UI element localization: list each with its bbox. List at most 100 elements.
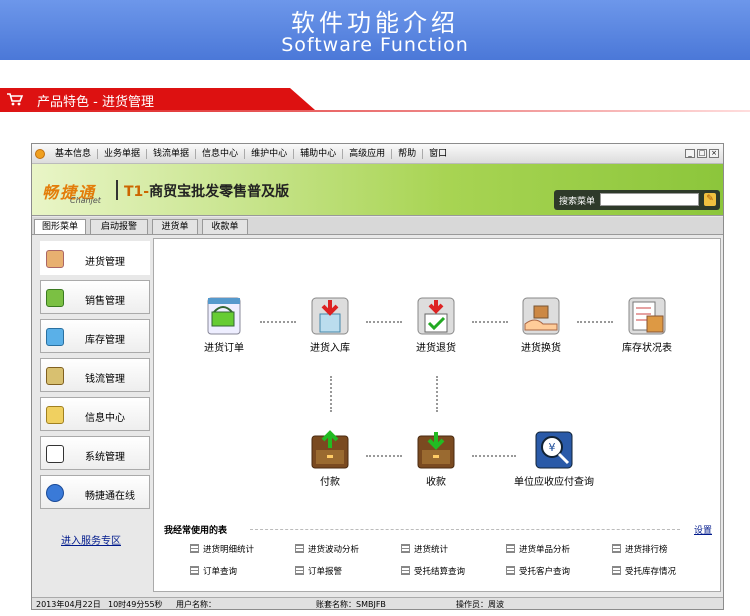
menu-item-info-center[interactable]: 信息中心 (196, 149, 246, 159)
menu-item-advanced[interactable]: 高级应用 (343, 149, 393, 159)
freq-item[interactable]: 进货排行榜 (612, 543, 668, 555)
freq-item-label: 进货波动分析 (308, 545, 360, 555)
sidebar-item-label: 系统管理 (85, 452, 125, 463)
status-operator: 操作员：周波 (456, 600, 504, 609)
flow-label: 进货入库 (310, 343, 350, 354)
sidebar-item-info-center[interactable]: 信息中心 (40, 397, 150, 431)
brand-separator (116, 180, 118, 200)
freq-item-label: 受托结算查询 (414, 567, 466, 577)
section-underline (0, 110, 750, 112)
settings-link[interactable]: 设置 (694, 523, 712, 536)
receipt-drawer-icon (416, 430, 456, 470)
freq-item[interactable]: 订单查询 (190, 565, 237, 577)
menu-item-cash-docs[interactable]: 钱流单据 (147, 149, 197, 159)
freq-item[interactable]: 受托结算查询 (401, 565, 465, 577)
payment-drawer-icon (310, 430, 350, 470)
inventory-icon (46, 328, 64, 346)
menu-item-assist[interactable]: 辅助中心 (294, 149, 344, 159)
menu-items: 基本信息 业务单据 钱流单据 信息中心 维护中心 辅助中心 高级应用 帮助 窗口 (49, 149, 453, 159)
restore-button[interactable]: □ (697, 149, 707, 158)
return-check-icon (416, 296, 456, 336)
sidebar-item-system[interactable]: 系统管理 (40, 436, 150, 470)
close-button[interactable]: × (709, 149, 719, 158)
menu-item-help[interactable]: 帮助 (392, 149, 424, 159)
sidebar-item-purchase[interactable]: 进货管理 (40, 241, 150, 275)
menu-bar: 基本信息 业务单据 钱流单据 信息中心 维护中心 辅助中心 高级应用 帮助 窗口… (32, 144, 723, 164)
connector (330, 376, 332, 412)
tab-graphic-menu[interactable]: 图形菜单 (34, 219, 86, 234)
flow-purchase-return[interactable]: 进货退货 (396, 296, 476, 354)
menu-item-business-docs[interactable]: 业务单据 (98, 149, 148, 159)
report-icon (506, 544, 515, 553)
freq-item[interactable]: 进货单品分析 (506, 543, 570, 555)
status-time: 10时49分55秒 (108, 600, 163, 609)
flow-label: 单位应收应付查询 (514, 477, 594, 488)
sidebar: 进货管理 销售管理 库存管理 钱流管理 信息中心 系统管理 畅捷通在线 进入服务… (37, 238, 151, 592)
tab-bar: 图形菜单 启动报警 进货单 收款单 (32, 217, 723, 235)
flow-receipt[interactable]: 收款 (396, 430, 476, 488)
sidebar-item-label: 库存管理 (85, 335, 125, 346)
flow-label: 进货退货 (416, 343, 456, 354)
freq-item[interactable]: 订单报警 (295, 565, 342, 577)
service-zone-link[interactable]: 进入服务专区 (61, 532, 121, 547)
tab-purchase-order[interactable]: 进货单 (152, 219, 198, 234)
flow-purchase-order[interactable]: 进货订单 (184, 296, 264, 354)
sidebar-item-sales[interactable]: 销售管理 (40, 280, 150, 314)
menu-item-maintenance[interactable]: 维护中心 (245, 149, 295, 159)
menu-item-window[interactable]: 窗口 (423, 149, 453, 159)
sidebar-item-inventory[interactable]: 库存管理 (40, 319, 150, 353)
menu-item-basic-info[interactable]: 基本信息 (49, 149, 99, 159)
flow-purchase-inbound[interactable]: 进货入库 (290, 296, 370, 354)
search-input[interactable] (600, 193, 699, 206)
banner-title-en: Software Function (281, 34, 469, 56)
status-bar: 2013年04月22日 10时49分55秒 用户名称： 账套名称：SMBJFB … (32, 597, 723, 609)
report-icon (612, 544, 621, 553)
connector (436, 376, 438, 412)
freq-item-label: 订单查询 (203, 567, 238, 577)
flow-inventory-status[interactable]: 库存状况表 (607, 296, 687, 354)
shopping-cart-icon (7, 93, 24, 106)
section-header: 产品特色 - 进货管理 (0, 88, 750, 112)
inventory-report-icon (627, 296, 667, 336)
freq-item-label: 受托客户查询 (519, 567, 571, 577)
app-window: 基本信息 业务单据 钱流单据 信息中心 维护中心 辅助中心 高级应用 帮助 窗口… (31, 143, 724, 610)
freq-item[interactable]: 进货统计 (401, 543, 448, 555)
tab-startup-alarm[interactable]: 启动报警 (90, 219, 148, 234)
sidebar-item-cashflow[interactable]: 钱流管理 (40, 358, 150, 392)
flow-purchase-exchange[interactable]: 进货换货 (501, 296, 581, 354)
brand-sub: Chanjet (70, 196, 101, 205)
purchase-icon (46, 250, 64, 268)
freq-item[interactable]: 进货波动分析 (295, 543, 359, 555)
report-icon (612, 566, 621, 575)
sidebar-item-label: 钱流管理 (85, 374, 125, 385)
freq-item-label: 进货明细统计 (203, 545, 255, 555)
report-icon (190, 544, 199, 553)
search-label: 搜索菜单 (559, 197, 596, 207)
freq-item[interactable]: 进货明细统计 (190, 543, 254, 555)
freq-item-label: 受托库存情况 (625, 567, 677, 577)
freq-item[interactable]: 受托库存情况 (612, 565, 676, 577)
sidebar-item-label: 畅捷通在线 (85, 491, 135, 502)
yuan-magnifier-icon: ¥ (534, 430, 574, 470)
flow-payment[interactable]: 付款 (290, 430, 370, 488)
flow-ar-ap-query[interactable]: ¥ 单位应收应付查询 (494, 430, 614, 488)
brand-header: 畅捷通 Chanjet T1-商贸宝批发零售普及版 搜索菜单 ✎ (32, 164, 723, 216)
product-code: T1- (124, 184, 150, 200)
sidebar-item-online[interactable]: 畅捷通在线 (40, 475, 150, 509)
report-icon (401, 566, 410, 575)
freq-item-label: 进货单品分析 (519, 545, 571, 555)
flow-label: 库存状况表 (622, 343, 672, 354)
minimize-button[interactable]: _ (685, 149, 695, 158)
freq-item-label: 进货排行榜 (625, 545, 668, 555)
tab-receipt[interactable]: 收款单 (202, 219, 248, 234)
inbound-arrow-icon (310, 296, 350, 336)
report-icon (506, 566, 515, 575)
product-title: T1-商贸宝批发零售普及版 (124, 181, 289, 201)
frequent-tables-title: 我经常使用的表 (164, 526, 228, 536)
status-account: 账套名称：SMBJFB (316, 600, 386, 609)
search-go-icon[interactable]: ✎ (704, 193, 716, 206)
window-controls: _ □ × (685, 149, 719, 158)
app-logo-icon (35, 149, 45, 159)
freq-item[interactable]: 受托客户查询 (506, 565, 570, 577)
sidebar-item-label: 销售管理 (85, 296, 125, 307)
